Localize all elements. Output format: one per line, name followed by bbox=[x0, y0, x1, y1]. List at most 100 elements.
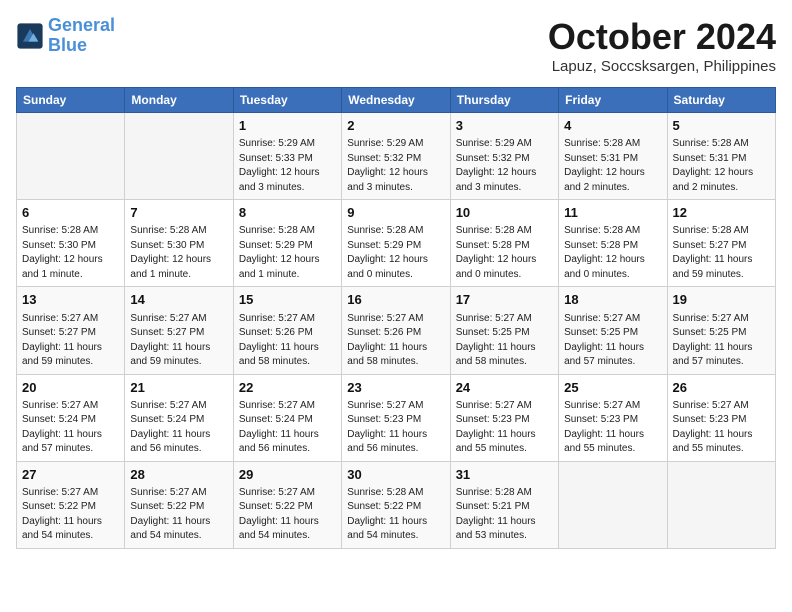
calendar-cell: 11 Sunrise: 5:28 AM Sunset: 5:28 PM Dayli… bbox=[559, 200, 667, 287]
day-number: 18 bbox=[564, 291, 661, 309]
day-number: 8 bbox=[239, 204, 336, 222]
header-cell-monday: Monday bbox=[125, 88, 233, 113]
day-number: 23 bbox=[347, 379, 444, 397]
calendar-cell: 7 Sunrise: 5:28 AM Sunset: 5:30 PM Daylig… bbox=[125, 200, 233, 287]
day-number: 15 bbox=[239, 291, 336, 309]
calendar-cell: 17 Sunrise: 5:27 AM Sunset: 5:25 PM Dayli… bbox=[450, 287, 558, 374]
location-subtitle: Lapuz, Soccsksargen, Philippines bbox=[548, 58, 776, 75]
header-cell-friday: Friday bbox=[559, 88, 667, 113]
calendar-cell: 1Sunrise: 5:29 AM Sunset: 5:33 PM Daylig… bbox=[233, 113, 341, 200]
calendar-cell: 26 Sunrise: 5:27 AM Sunset: 5:23 PM Dayli… bbox=[667, 374, 775, 461]
day-number: 30 bbox=[347, 466, 444, 484]
cell-content: Sunrise: 5:27 AM Sunset: 5:26 PM Dayligh… bbox=[239, 312, 336, 370]
calendar-cell: 21Sunrise: 5:27 AM Sunset: 5:24 PM Dayli… bbox=[125, 374, 233, 461]
calendar-cell: 19 Sunrise: 5:27 AM Sunset: 5:25 PM Dayli… bbox=[667, 287, 775, 374]
calendar-cell: 5Sunrise: 5:28 AM Sunset: 5:31 PM Daylig… bbox=[667, 113, 775, 200]
calendar-cell: 9 Sunrise: 5:28 AM Sunset: 5:29 PM Daylig… bbox=[342, 200, 450, 287]
cell-content: Sunrise: 5:27 AM Sunset: 5:24 PM Dayligh… bbox=[22, 399, 119, 457]
calendar-cell: 3Sunrise: 5:29 AM Sunset: 5:32 PM Daylig… bbox=[450, 113, 558, 200]
cell-content: Sunrise: 5:27 AM Sunset: 5:23 PM Dayligh… bbox=[347, 399, 444, 457]
calendar-cell: 14 Sunrise: 5:27 AM Sunset: 5:27 PM Dayli… bbox=[125, 287, 233, 374]
calendar-cell: 29 Sunrise: 5:27 AM Sunset: 5:22 PM Dayli… bbox=[233, 461, 341, 548]
cell-content: Sunrise: 5:28 AM Sunset: 5:29 PM Dayligh… bbox=[239, 224, 336, 282]
header-cell-sunday: Sunday bbox=[17, 88, 125, 113]
calendar-cell: 23 Sunrise: 5:27 AM Sunset: 5:23 PM Dayli… bbox=[342, 374, 450, 461]
day-number: 2 bbox=[347, 117, 444, 135]
day-number: 11 bbox=[564, 204, 661, 222]
week-row-2: 6 Sunrise: 5:28 AM Sunset: 5:30 PM Daylig… bbox=[17, 200, 776, 287]
calendar-cell: 31 Sunrise: 5:28 AM Sunset: 5:21 PM Dayli… bbox=[450, 461, 558, 548]
day-number: 7 bbox=[130, 204, 227, 222]
calendar-cell: 24Sunrise: 5:27 AM Sunset: 5:23 PM Dayli… bbox=[450, 374, 558, 461]
calendar-cell bbox=[559, 461, 667, 548]
logo: General Blue bbox=[16, 16, 115, 56]
calendar-cell: 30Sunrise: 5:28 AM Sunset: 5:22 PM Dayli… bbox=[342, 461, 450, 548]
month-title: October 2024 bbox=[548, 16, 776, 58]
calendar-cell: 10 Sunrise: 5:28 AM Sunset: 5:28 PM Dayli… bbox=[450, 200, 558, 287]
cell-content: Sunrise: 5:29 AM Sunset: 5:33 PM Dayligh… bbox=[239, 137, 336, 195]
calendar-cell: 27Sunrise: 5:27 AM Sunset: 5:22 PM Dayli… bbox=[17, 461, 125, 548]
logo-blue: Blue bbox=[48, 35, 87, 55]
day-number: 6 bbox=[22, 204, 119, 222]
calendar-cell: 20 Sunrise: 5:27 AM Sunset: 5:24 PM Dayli… bbox=[17, 374, 125, 461]
cell-content: Sunrise: 5:28 AM Sunset: 5:28 PM Dayligh… bbox=[564, 224, 661, 282]
day-number: 20 bbox=[22, 379, 119, 397]
week-row-5: 27Sunrise: 5:27 AM Sunset: 5:22 PM Dayli… bbox=[17, 461, 776, 548]
cell-content: Sunrise: 5:27 AM Sunset: 5:22 PM Dayligh… bbox=[130, 486, 227, 544]
cell-content: Sunrise: 5:27 AM Sunset: 5:27 PM Dayligh… bbox=[130, 312, 227, 370]
calendar-cell bbox=[667, 461, 775, 548]
cell-content: Sunrise: 5:28 AM Sunset: 5:30 PM Dayligh… bbox=[130, 224, 227, 282]
day-number: 29 bbox=[239, 466, 336, 484]
week-row-3: 13 Sunrise: 5:27 AM Sunset: 5:27 PM Dayli… bbox=[17, 287, 776, 374]
calendar-cell: 15 Sunrise: 5:27 AM Sunset: 5:26 PM Dayli… bbox=[233, 287, 341, 374]
day-number: 31 bbox=[456, 466, 553, 484]
cell-content: Sunrise: 5:27 AM Sunset: 5:22 PM Dayligh… bbox=[22, 486, 119, 544]
cell-content: Sunrise: 5:27 AM Sunset: 5:25 PM Dayligh… bbox=[673, 312, 770, 370]
cell-content: Sunrise: 5:27 AM Sunset: 5:23 PM Dayligh… bbox=[456, 399, 553, 457]
cell-content: Sunrise: 5:27 AM Sunset: 5:23 PM Dayligh… bbox=[673, 399, 770, 457]
day-number: 4 bbox=[564, 117, 661, 135]
header-cell-thursday: Thursday bbox=[450, 88, 558, 113]
page-header: General Blue October 2024 Lapuz, Soccsks… bbox=[16, 16, 776, 75]
cell-content: Sunrise: 5:27 AM Sunset: 5:24 PM Dayligh… bbox=[130, 399, 227, 457]
day-number: 14 bbox=[130, 291, 227, 309]
calendar-cell: 4 Sunrise: 5:28 AM Sunset: 5:31 PM Daylig… bbox=[559, 113, 667, 200]
day-number: 19 bbox=[673, 291, 770, 309]
cell-content: Sunrise: 5:28 AM Sunset: 5:31 PM Dayligh… bbox=[673, 137, 770, 195]
cell-content: Sunrise: 5:29 AM Sunset: 5:32 PM Dayligh… bbox=[347, 137, 444, 195]
calendar-cell: 6Sunrise: 5:28 AM Sunset: 5:30 PM Daylig… bbox=[17, 200, 125, 287]
cell-content: Sunrise: 5:28 AM Sunset: 5:28 PM Dayligh… bbox=[456, 224, 553, 282]
cell-content: Sunrise: 5:28 AM Sunset: 5:21 PM Dayligh… bbox=[456, 486, 553, 544]
title-block: October 2024 Lapuz, Soccsksargen, Philip… bbox=[548, 16, 776, 75]
calendar-cell: 22Sunrise: 5:27 AM Sunset: 5:24 PM Dayli… bbox=[233, 374, 341, 461]
header-cell-wednesday: Wednesday bbox=[342, 88, 450, 113]
calendar-cell: 28 Sunrise: 5:27 AM Sunset: 5:22 PM Dayli… bbox=[125, 461, 233, 548]
cell-content: Sunrise: 5:28 AM Sunset: 5:27 PM Dayligh… bbox=[673, 224, 770, 282]
cell-content: Sunrise: 5:27 AM Sunset: 5:22 PM Dayligh… bbox=[239, 486, 336, 544]
cell-content: Sunrise: 5:27 AM Sunset: 5:27 PM Dayligh… bbox=[22, 312, 119, 370]
header-cell-saturday: Saturday bbox=[667, 88, 775, 113]
calendar-cell: 16 Sunrise: 5:27 AM Sunset: 5:26 PM Dayli… bbox=[342, 287, 450, 374]
cell-content: Sunrise: 5:27 AM Sunset: 5:25 PM Dayligh… bbox=[456, 312, 553, 370]
calendar-cell: 8 Sunrise: 5:28 AM Sunset: 5:29 PM Daylig… bbox=[233, 200, 341, 287]
day-number: 25 bbox=[564, 379, 661, 397]
day-number: 3 bbox=[456, 117, 553, 135]
logo-icon bbox=[16, 22, 44, 50]
cell-content: Sunrise: 5:28 AM Sunset: 5:31 PM Dayligh… bbox=[564, 137, 661, 195]
day-number: 12 bbox=[673, 204, 770, 222]
calendar-cell bbox=[17, 113, 125, 200]
day-number: 10 bbox=[456, 204, 553, 222]
week-row-1: 1Sunrise: 5:29 AM Sunset: 5:33 PM Daylig… bbox=[17, 113, 776, 200]
day-number: 13 bbox=[22, 291, 119, 309]
day-number: 26 bbox=[673, 379, 770, 397]
day-number: 17 bbox=[456, 291, 553, 309]
cell-content: Sunrise: 5:28 AM Sunset: 5:29 PM Dayligh… bbox=[347, 224, 444, 282]
calendar-cell: 2 Sunrise: 5:29 AM Sunset: 5:32 PM Daylig… bbox=[342, 113, 450, 200]
week-row-4: 20 Sunrise: 5:27 AM Sunset: 5:24 PM Dayli… bbox=[17, 374, 776, 461]
cell-content: Sunrise: 5:27 AM Sunset: 5:26 PM Dayligh… bbox=[347, 312, 444, 370]
calendar-table: SundayMondayTuesdayWednesdayThursdayFrid… bbox=[16, 87, 776, 549]
day-number: 9 bbox=[347, 204, 444, 222]
calendar-cell: 12 Sunrise: 5:28 AM Sunset: 5:27 PM Dayli… bbox=[667, 200, 775, 287]
day-number: 28 bbox=[130, 466, 227, 484]
day-number: 16 bbox=[347, 291, 444, 309]
